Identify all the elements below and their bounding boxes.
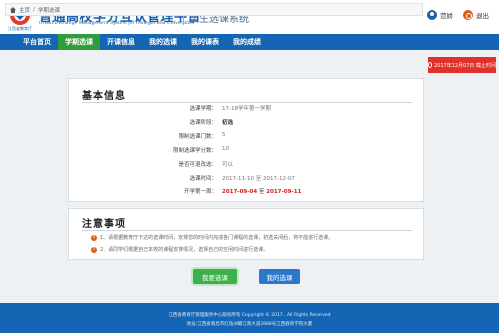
- notice-heading: 注意事项: [82, 219, 126, 230]
- info-row-first-week: 开学第一周： 2017-09-04 至 2017-09-11: [69, 187, 425, 197]
- info-value: 可以: [222, 162, 234, 168]
- info-value: 5: [222, 132, 226, 138]
- info-label: 限制选课门数：: [178, 134, 217, 140]
- breadcrumb-current: 学期选课: [37, 7, 60, 14]
- info-row-selection-time: 选课时间： 2017-11-10 至 2017-12-07: [69, 174, 425, 184]
- warning-icon: [91, 234, 97, 241]
- user-icon: [427, 10, 437, 20]
- info-label: 限制选课学分数：: [172, 148, 217, 154]
- info-value: 10: [222, 146, 229, 152]
- nav-course-info[interactable]: 开课信息: [100, 34, 142, 50]
- notice-text: 2、请同学们根据自己本校的课程安排情况，选择自己的空闲时间进行选课。: [100, 247, 269, 253]
- info-row-stage: 选课阶段： 初选: [69, 118, 425, 128]
- info-label: 选课阶段：: [189, 120, 217, 126]
- nav-term-selection[interactable]: 学期选课: [58, 34, 100, 50]
- info-label: 选课学期：: [189, 106, 217, 112]
- deadline-badge: 2017年12月07日 截止时间: [428, 57, 496, 73]
- home-icon: [10, 6, 16, 13]
- nav-home[interactable]: 平台首页: [16, 34, 58, 50]
- info-row-can-withdraw: 是否可退改选： 可以: [69, 160, 425, 170]
- user-menu[interactable]: 范娇: [427, 10, 453, 20]
- breadcrumb-separator: /: [33, 6, 35, 13]
- user-area: 范娇 退出: [427, 10, 489, 20]
- logo-caption: 江西省教育厅: [8, 26, 32, 31]
- info-row-max-courses: 限制选课门数： 5: [69, 132, 425, 142]
- breadcrumb-home-link[interactable]: 主页: [19, 6, 30, 14]
- footer-address: 地址:江西省南昌市红角洲赣江南大道2888号江西教育学院大厦: [186, 322, 313, 327]
- info-value: 2017-09-04 至 2017-09-11: [222, 187, 301, 195]
- notice-text: 1、请根据教育厅下达的选课时间，安排您的时间内完成各门课程的选课，初选关闭后，将…: [100, 235, 334, 241]
- footer: 江西省教育厅管理服务中心版权所有 Copyright © 2017 . All …: [0, 303, 499, 333]
- info-label: 是否可退改选：: [178, 162, 217, 168]
- my-selection-button[interactable]: 我的选课: [259, 269, 300, 284]
- notice-item: 2、请同学们根据自己本校的课程安排情况，选择自己的空闲时间进行选课。: [91, 246, 268, 253]
- basic-info-panel: 基本信息 选课学期： 17-18学年第一学期 选课阶段： 初选 限制选课门数： …: [68, 78, 424, 202]
- nav-my-schedule[interactable]: 我的课表: [184, 34, 226, 50]
- clock-icon: [428, 62, 432, 68]
- warning-icon: [91, 246, 97, 253]
- heading-divider: [82, 102, 412, 103]
- first-week-end: 2017-09-11: [266, 189, 302, 195]
- footer-copyright: 江西省教育厅管理服务中心版权所有 Copyright © 2017 . All …: [168, 313, 331, 318]
- start-selection-button[interactable]: 我要选课: [193, 269, 237, 284]
- info-value: 17-18学年第一学期: [222, 106, 271, 112]
- nav-my-selection[interactable]: 我的选课: [142, 34, 184, 50]
- first-week-start: 2017-09-04: [222, 189, 258, 195]
- nav-my-grades[interactable]: 我的成绩: [226, 34, 268, 50]
- basic-info-heading: 基本信息: [82, 91, 126, 102]
- info-value: 初选: [222, 120, 234, 126]
- heading-divider: [82, 230, 412, 231]
- info-label: 开学第一周：: [183, 189, 217, 195]
- logout-label: 退出: [476, 12, 489, 20]
- breadcrumb: 主页 / 学期选课: [5, 3, 423, 16]
- notice-panel: 注意事项 1、请根据教育厅下达的选课时间，安排您的时间内完成各门课程的选课，初选…: [68, 208, 424, 260]
- info-row-max-credits: 限制选课学分数： 10: [69, 146, 425, 156]
- platform-subtitle-en: Credit Exchange Management System for Co…: [39, 21, 195, 26]
- notice-item: 1、请根据教育厅下达的选课时间，安排您的时间内完成各门课程的选课，初选关闭后，将…: [91, 234, 333, 241]
- deadline-text: 2017年12月07日 截止时间: [433, 62, 496, 69]
- logout-icon: [463, 10, 473, 20]
- user-name: 范娇: [440, 12, 453, 20]
- first-week-sep: 至: [257, 189, 267, 195]
- info-label: 选课时间：: [189, 176, 217, 182]
- info-row-term: 选课学期： 17-18学年第一学期: [69, 104, 425, 114]
- info-value: 2017-11-10 至 2017-12-07: [222, 176, 295, 182]
- main-nav: 平台首页 学期选课 开课信息 我的选课 我的课表 我的成绩: [0, 34, 499, 50]
- logout-button[interactable]: 退出: [463, 10, 489, 20]
